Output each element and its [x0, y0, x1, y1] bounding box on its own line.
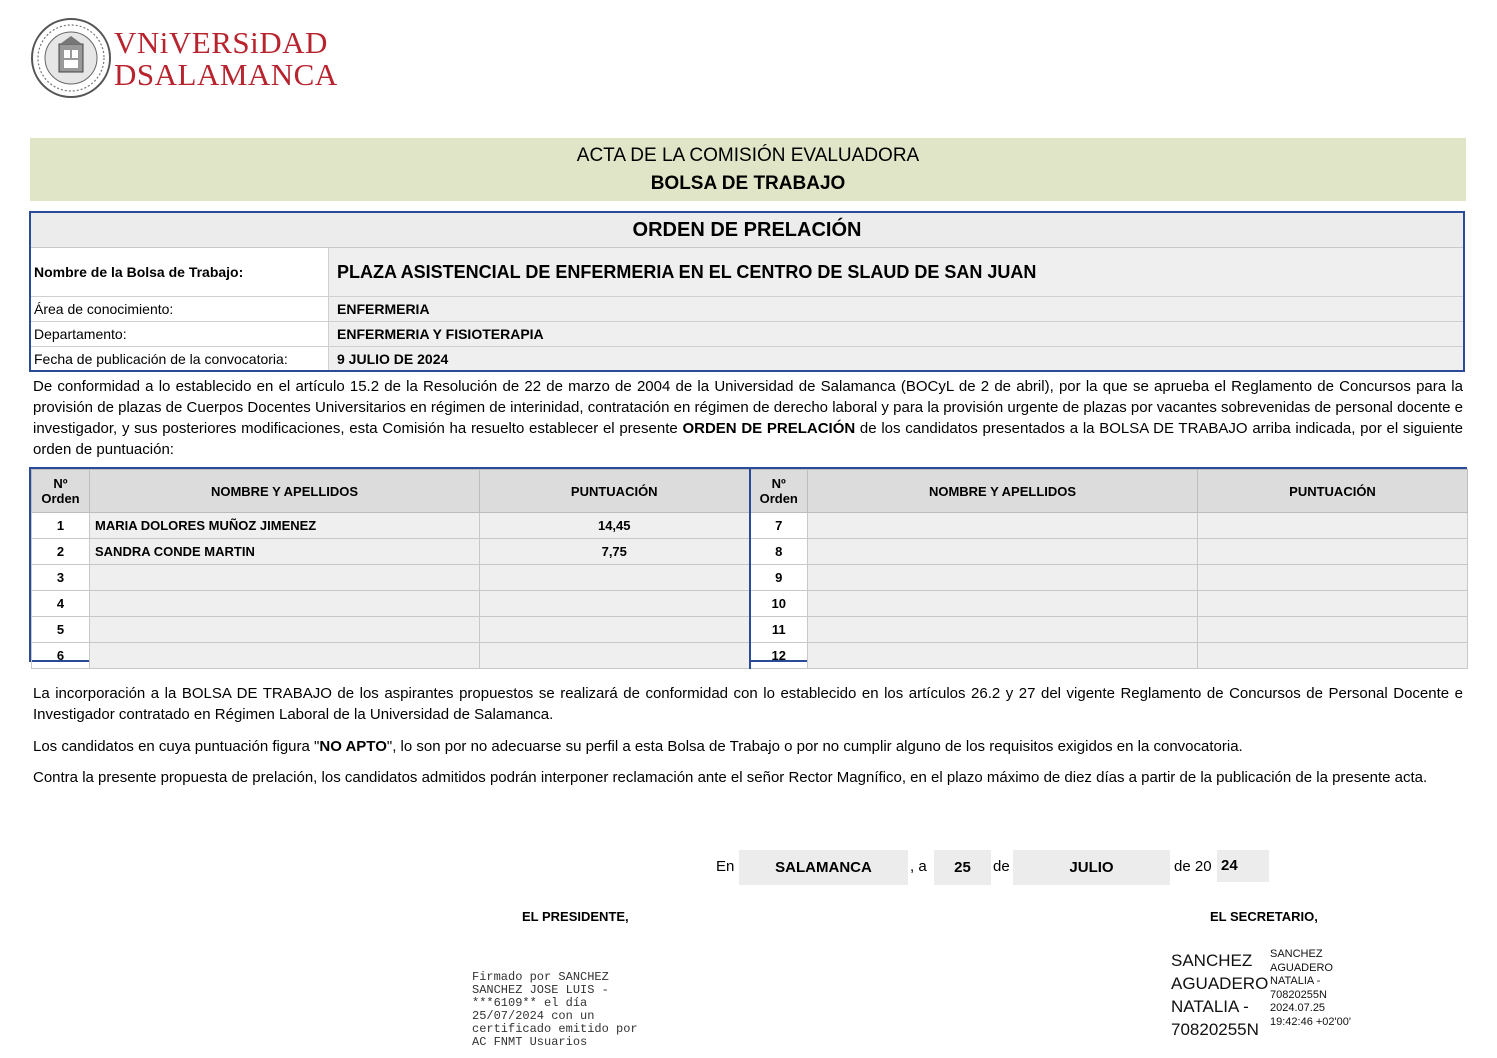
note-paragraph-3: Contra la presente propuesta de prelació…	[33, 769, 1428, 786]
order-number: 8	[748, 538, 808, 565]
candidate-score	[1197, 538, 1468, 565]
candidate-name	[807, 512, 1198, 539]
date-city: SALAMANCA	[739, 850, 908, 885]
candidate-name	[89, 642, 480, 669]
president-label: EL PRESIDENTE,	[522, 909, 629, 924]
candidate-name	[807, 642, 1198, 669]
order-number: 6	[31, 642, 90, 669]
info-row-departamento: Departamento: ENFERMERIA Y FISIOTERAPIA	[31, 322, 1463, 347]
order-number: 9	[748, 564, 808, 591]
order-number: 3	[31, 564, 90, 591]
header-score: PUNTUACIÓN	[479, 469, 750, 513]
table-row: 1 MARIA DOLORES MUÑOZ JIMENEZ 14,45 7	[31, 512, 1468, 539]
ranking-header-row: Nº Orden NOMBRE Y APELLIDOS PUNTUACIÓN Nº…	[31, 469, 1468, 513]
info-row-area: Área de conocimiento: ENFERMERIA	[31, 297, 1463, 322]
table-row: 5 11	[31, 616, 1468, 643]
university-logo: VNiVERSiDAD DSALAMANCA	[30, 16, 337, 100]
header-num: Nº Orden	[31, 469, 90, 513]
header-name: NOMBRE Y APELLIDOS	[89, 469, 480, 513]
info-label: Nombre de la Bolsa de Trabajo:	[31, 248, 329, 296]
logo-line-2: DSALAMANCA	[114, 57, 338, 92]
order-number: 12	[748, 642, 808, 669]
info-value: 9 JULIO DE 2024	[329, 347, 1463, 370]
order-number: 5	[31, 616, 90, 643]
order-number: 7	[748, 512, 808, 539]
info-row-fecha: Fecha de publicación de la convocatoria:…	[31, 347, 1463, 370]
date-a-label: , a	[910, 858, 927, 875]
secretary-signature-detail: SANCHEZ AGUADERO NATALIA - 70820255N 202…	[1270, 948, 1351, 1028]
info-value: ENFERMERIA Y FISIOTERAPIA	[329, 322, 1463, 346]
table-row: 6 12	[31, 642, 1468, 669]
date-de-label: de	[993, 858, 1010, 875]
note-paragraph-2: Los candidatos en cuya puntuación figura…	[33, 736, 1463, 757]
acta-title: ACTA DE LA COMISIÓN EVALUADORA	[576, 145, 920, 166]
candidate-name	[89, 590, 480, 617]
date-day: 25	[934, 850, 991, 885]
table-row: 4 10	[31, 590, 1468, 617]
date-year: 24	[1217, 850, 1269, 882]
candidate-name	[807, 564, 1198, 591]
order-number: 1	[31, 512, 90, 539]
info-row-bolsa: Nombre de la Bolsa de Trabajo: PLAZA ASI…	[31, 248, 1463, 297]
candidate-score	[1197, 642, 1468, 669]
ranking-table: Nº Orden NOMBRE Y APELLIDOS PUNTUACIÓN Nº…	[29, 467, 1468, 669]
note-paragraph-1: La incorporación a la BOLSA DE TRABAJO d…	[33, 685, 1463, 723]
info-label: Departamento:	[31, 322, 329, 346]
candidate-name	[807, 538, 1198, 565]
candidate-name: MARIA DOLORES MUÑOZ JIMENEZ	[89, 512, 480, 539]
candidate-score: 14,45	[479, 512, 750, 539]
info-table: ORDEN DE PRELACIÓN Nombre de la Bolsa de…	[29, 211, 1465, 372]
candidate-name: SANDRA CONDE MARTIN	[89, 538, 480, 565]
secretary-label: EL SECRETARIO,	[1210, 909, 1318, 924]
president-signature-stamp: Firmado por SANCHEZ SANCHEZ JOSE LUIS - …	[472, 970, 638, 1049]
secretary-signature-name: SANCHEZ AGUADERO NATALIA - 70820255N	[1171, 951, 1269, 1039]
candidate-name	[89, 616, 480, 643]
candidate-score: 7,75	[479, 538, 750, 565]
candidate-score	[479, 642, 750, 669]
intro-paragraph: De conformidad a lo establecido en el ar…	[33, 376, 1463, 460]
order-number: 11	[748, 616, 808, 643]
table-row: 3 9	[31, 564, 1468, 591]
candidate-name	[807, 590, 1198, 617]
candidate-score	[1197, 616, 1468, 643]
date-year-prefix: de 20	[1174, 858, 1212, 875]
header-score: PUNTUACIÓN	[1197, 469, 1468, 513]
candidate-score	[479, 616, 750, 643]
logo-line-1: VNiVERSiDAD	[114, 25, 328, 60]
candidate-name	[807, 616, 1198, 643]
candidate-score	[479, 564, 750, 591]
header-num: Nº Orden	[748, 469, 808, 513]
date-month: JULIO	[1013, 850, 1170, 885]
header-band: ACTA DE LA COMISIÓN EVALUADORA BOLSA DE …	[30, 138, 1466, 201]
candidate-score	[1197, 590, 1468, 617]
candidate-score	[1197, 564, 1468, 591]
order-number: 2	[31, 538, 90, 565]
order-number: 10	[748, 590, 808, 617]
note-text: Los candidatos en cuya puntuación figura…	[33, 738, 320, 755]
candidate-score	[1197, 512, 1468, 539]
info-label: Área de conocimiento:	[31, 297, 329, 321]
intro-bold: ORDEN DE PRELACIÓN	[682, 420, 856, 437]
orden-prelacion-title: ORDEN DE PRELACIÓN	[31, 213, 1463, 248]
note-bold: NO APTO	[319, 738, 387, 755]
order-number: 4	[31, 590, 90, 617]
candidate-score	[479, 590, 750, 617]
date-en-label: En	[716, 858, 735, 875]
university-seal-icon	[31, 18, 111, 98]
info-value: ENFERMERIA	[329, 297, 1463, 321]
bolsa-title: BOLSA DE TRABAJO	[650, 173, 846, 194]
header-name: NOMBRE Y APELLIDOS	[807, 469, 1198, 513]
note-text-end: ", lo son por no adecuarse su perfil a e…	[386, 738, 1243, 755]
candidate-name	[89, 564, 480, 591]
info-value: PLAZA ASISTENCIAL DE ENFERMERIA EN EL CE…	[329, 248, 1463, 296]
info-label: Fecha de publicación de la convocatoria:	[31, 347, 329, 370]
table-row: 2 SANDRA CONDE MARTIN 7,75 8	[31, 538, 1468, 565]
